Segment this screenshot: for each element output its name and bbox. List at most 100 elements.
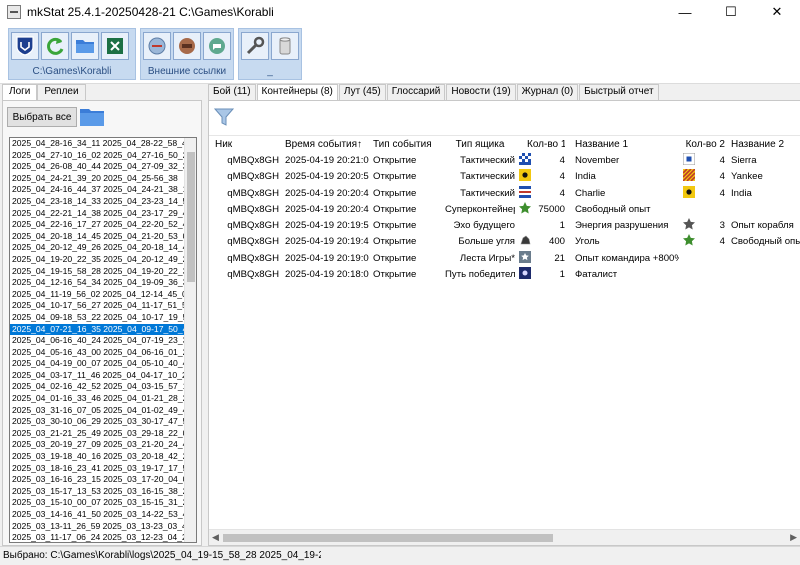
log-list-item[interactable]: 2025_04_03-17_11_46 2025_04_04-17_10_22 bbox=[10, 370, 185, 382]
qty1-cell: 4 bbox=[559, 155, 565, 166]
column-header[interactable]: Кол-во 2 bbox=[683, 136, 725, 153]
link-button-3[interactable] bbox=[203, 32, 231, 60]
log-list-item[interactable]: 2025_04_02-16_42_52 2025_04_03-15_57_18 bbox=[10, 381, 185, 393]
tab-replays[interactable]: Реплеи bbox=[37, 84, 86, 100]
tab-2[interactable]: Лут (45) bbox=[338, 84, 386, 100]
filter-button[interactable] bbox=[213, 107, 235, 127]
tab-logs[interactable]: Логи bbox=[2, 84, 38, 100]
column-header[interactable]: Тип события bbox=[373, 136, 443, 153]
tab-6[interactable]: Быстрый отчет bbox=[579, 84, 659, 100]
table-row[interactable]: qMBQx8GH 2025-04-19 20:20:54 Открытие Такти… bbox=[209, 169, 800, 185]
qty1-cell: 400 bbox=[548, 236, 565, 248]
close-button[interactable]: ✕ bbox=[754, 0, 800, 24]
tab-0[interactable]: Бой (11) bbox=[208, 84, 256, 100]
log-list-item[interactable]: 2025_03_19-18_40_16 2025_03_20-18_42_23 bbox=[10, 451, 185, 463]
time-cell: 2025-04-19 20:19:58 bbox=[285, 220, 369, 232]
column-header[interactable]: Кол-во 1 bbox=[527, 136, 565, 153]
log-list-item[interactable]: 2025_04_24-16_44_37 2025_04_24-21_38_17 bbox=[10, 184, 185, 196]
column-header[interactable]: Название 2 bbox=[731, 136, 800, 153]
log-list-item[interactable]: 2025_04_07-21_16_35 2025_04_09-17_50_45 bbox=[10, 323, 185, 336]
log-list-item[interactable]: 2025_04_11-19_56_02 2025_04_12-14_45_08 bbox=[10, 289, 185, 301]
table-row[interactable]: qMBQx8GH 2025-04-19 20:20:46 Открытие Такти… bbox=[209, 185, 800, 202]
log-list-item[interactable]: 2025_04_05-16_43_00 2025_04_06-16_01_27 bbox=[10, 347, 185, 359]
log-list-item[interactable]: 2025_04_04-19_00_07 2025_04_05-10_40_40 bbox=[10, 358, 185, 370]
toolbar-group-label: C:\Games\Korabli bbox=[32, 66, 112, 77]
log-list-item[interactable]: 2025_04_10-17_56_27 2025_04_11-17_51_56 bbox=[10, 300, 185, 312]
table-body: qMBQx8GH 2025-04-19 20:21:02 Открытие Такти… bbox=[209, 153, 800, 283]
log-list-item[interactable]: 2025_03_15-10_00_07 2025_03_15-15_31_28 bbox=[10, 497, 185, 509]
log-list-item[interactable]: 2025_04_22-21_14_38 2025_04_23-17_29_45 bbox=[10, 208, 185, 220]
minimize-button[interactable]: — bbox=[662, 0, 708, 24]
log-list-item[interactable]: 2025_03_15-17_13_53 2025_03_16-15_38_28 bbox=[10, 486, 185, 498]
export-excel-button[interactable] bbox=[101, 32, 129, 60]
log-list-item[interactable]: 2025_03_30-10_06_29 2025_03_30-17_47_57 bbox=[10, 416, 185, 428]
log-list-item[interactable]: 2025_04_27-10_16_02 2025_04_27-16_50_29 bbox=[10, 150, 185, 162]
log-list-item[interactable]: 2025_04_28-16_34_11 2025_04_28-22_58_49 bbox=[10, 138, 185, 150]
scroll-right-arrow-icon[interactable]: ▶ bbox=[790, 532, 797, 543]
log-list-item[interactable]: 2025_03_18-16_23_41 2025_03_19-17_17_51 bbox=[10, 463, 185, 475]
containers-table: Ник Время события↑ Тип события Тип ящика Кол… bbox=[209, 135, 800, 528]
maximize-button[interactable]: ☐ bbox=[708, 0, 754, 24]
time-cell: 2025-04-19 20:19:46 bbox=[285, 236, 369, 248]
game-shield-button[interactable] bbox=[11, 32, 39, 60]
log-list-item[interactable]: 2025_04_23-18_14_33 2025_04_23-23_14_58 bbox=[10, 196, 185, 208]
log-list-scrollbar[interactable] bbox=[184, 138, 196, 542]
tab-3[interactable]: Глоссарий bbox=[386, 84, 446, 100]
tab-1[interactable]: Контейнеры (8) bbox=[256, 84, 338, 100]
table-row[interactable]: qMBQx8GH 2025-04-19 20:19:06 Открытие Леста… bbox=[209, 250, 800, 267]
link-chat-icon bbox=[209, 38, 225, 54]
time-cell: 2025-04-19 20:19:06 bbox=[285, 252, 369, 264]
open-logs-folder-button[interactable] bbox=[79, 107, 105, 127]
log-list-item[interactable]: 2025_03_16-16_23_15 2025_03_17-20_04_04 bbox=[10, 474, 185, 486]
log-list-item[interactable]: 2025_03_14-16_41_50 2025_03_14-22_53_47 bbox=[10, 509, 185, 521]
log-list-item[interactable]: 2025_03_13-11_26_59 2025_03_13-23_03_47 bbox=[10, 521, 185, 533]
settings-button[interactable] bbox=[241, 32, 269, 60]
log-items: 2025_04_28-16_34_11 2025_04_28-22_58_49 2… bbox=[10, 138, 185, 542]
tab-4[interactable]: Новости (19) bbox=[446, 84, 516, 100]
log-list-item[interactable]: 2025_04_20-18_14_45 2025_04_21-20_53_08 bbox=[10, 231, 185, 243]
log-list-item[interactable]: 2025_03_20-19_27_09 2025_03_21-20_24_48 bbox=[10, 439, 185, 451]
name1-cell: India bbox=[575, 171, 596, 183]
fatalist-icon bbox=[519, 267, 531, 280]
scroll-left-arrow-icon[interactable]: ◀ bbox=[212, 532, 219, 543]
refresh-button[interactable] bbox=[41, 32, 69, 60]
commander-star-icon bbox=[519, 250, 531, 263]
table-row[interactable]: qMBQx8GH 2025-04-19 20:19:46 Открытие Больш… bbox=[209, 234, 800, 250]
table-row[interactable]: qMBQx8GH 2025-04-19 20:20:40 Открытие Супер… bbox=[209, 201, 800, 218]
log-list-item[interactable]: 2025_04_06-16_40_24 2025_04_07-19_23_37 bbox=[10, 335, 185, 347]
containers-tab-panel: Ник Время события↑ Тип события Тип ящика Кол… bbox=[208, 100, 800, 546]
table-row[interactable]: qMBQx8GH 2025-04-19 20:21:02 Открытие Такти… bbox=[209, 153, 800, 169]
link-button-1[interactable] bbox=[143, 32, 171, 60]
nick-cell: qMBQx8GH bbox=[227, 171, 279, 183]
event-cell: Открытие bbox=[373, 252, 417, 264]
qty1-cell: 75000 bbox=[538, 203, 565, 215]
scrollbar-thumb[interactable] bbox=[187, 152, 195, 282]
table-row[interactable]: qMBQx8GH 2025-04-19 20:18:08 Открытие Путь … bbox=[209, 267, 800, 283]
log-list-item[interactable]: 2025_04_12-16_54_34 2025_04_19-09_36_34 bbox=[10, 277, 185, 289]
log-list-item[interactable]: 2025_04_22-16_17_27 2025_04_22-20_52_49 bbox=[10, 219, 185, 231]
column-header[interactable]: Ник bbox=[215, 136, 275, 153]
log-list-item[interactable]: 2025_04_24-21_39_20 2025_04_25-56_38 bbox=[10, 173, 185, 185]
log-list-item[interactable]: 2025_03_11-17_06_24 2025_03_12-23_04_20 bbox=[10, 532, 185, 542]
column-header[interactable]: Время события↑ bbox=[285, 136, 369, 153]
log-list-item[interactable]: 2025_04_19-20_22_35 2025_04_20-12_49_22 bbox=[10, 254, 185, 266]
log-list-item[interactable]: 2025_03_31-16_07_05 2025_04_01-02_49_41 bbox=[10, 405, 185, 417]
scrollbar-thumb[interactable] bbox=[223, 534, 553, 542]
log-list-item[interactable]: 2025_03_21-21_25_49 2025_03_29-18_22_00 bbox=[10, 428, 185, 440]
link-button-2[interactable] bbox=[173, 32, 201, 60]
column-header[interactable]: Название 1 bbox=[575, 136, 679, 153]
name2-cell: Опыт корабля bbox=[731, 220, 794, 232]
column-header[interactable]: Тип ящика bbox=[445, 136, 515, 153]
clear-button[interactable] bbox=[271, 32, 299, 60]
log-list-item[interactable]: 2025_04_26-08_40_44 2025_04_27-09_32_32 bbox=[10, 161, 185, 173]
log-list-item[interactable]: 2025_04_19-15_58_28 2025_04_19-20_22_31 bbox=[10, 266, 185, 278]
open-folder-button[interactable] bbox=[71, 32, 99, 60]
tab-5[interactable]: Журнал (0) bbox=[516, 84, 579, 100]
log-list-item[interactable]: 2025_04_20-12_49_26 2025_04_20-18_14_41 bbox=[10, 242, 185, 254]
log-list-item[interactable]: 2025_04_09-18_53_22 2025_04_10-17_19_51 bbox=[10, 312, 185, 324]
table-horizontal-scrollbar[interactable]: ◀ ▶ bbox=[209, 529, 800, 545]
log-list-item[interactable]: 2025_04_01-16_33_46 2025_04_01-21_28_25 bbox=[10, 393, 185, 405]
select-all-button[interactable]: Выбрать все bbox=[7, 107, 77, 127]
log-file-list[interactable]: 2025_04_28-16_34_11 2025_04_28-22_58_49 2… bbox=[9, 137, 197, 543]
table-row[interactable]: qMBQx8GH 2025-04-19 20:19:58 Открытие Эхо б… bbox=[209, 218, 800, 234]
